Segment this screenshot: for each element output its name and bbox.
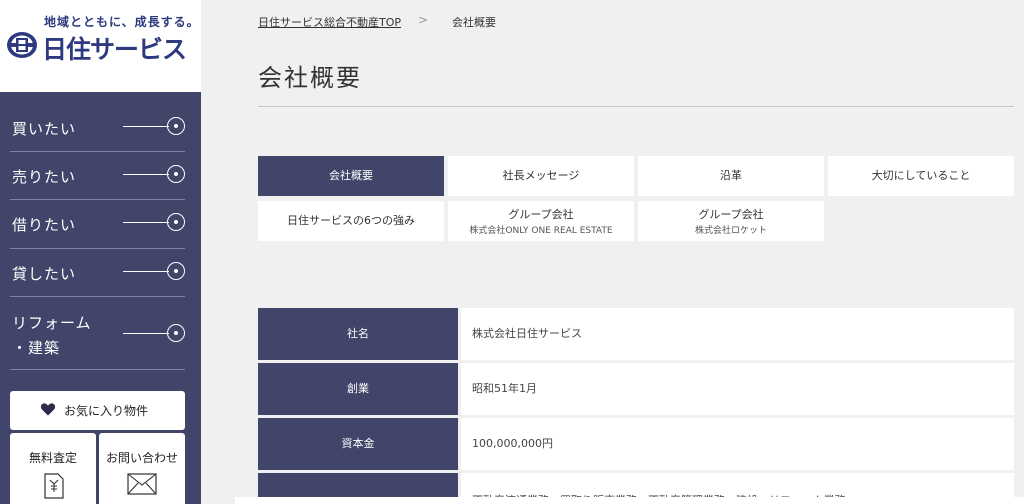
arrow-circle-icon [167,117,185,135]
tab-label: 会社概要 [329,169,373,182]
contact-label: お問い合わせ [105,451,178,465]
logo-mark-icon [7,32,37,58]
capital-header: 資本金 [258,418,458,470]
logo-text: 日住サービス [42,35,187,64]
breadcrumb-separator: > [418,13,429,27]
viewport-bottom-edge [235,497,1024,504]
tab-group-company-rocket[interactable]: グループ会社 株式会社ロケット [638,201,824,241]
company-name-value: 株式会社日住サービス [461,308,1014,360]
nav-line-decoration [123,126,169,127]
tab-sublabel: 株式会社ONLY ONE REAL ESTATE [469,226,613,236]
nav-item-label: 借りたい [12,216,77,234]
favorites-button[interactable]: お気に入り物件 [10,391,185,430]
tab-label: 社長メッセージ [502,169,580,182]
nav-line-decoration [123,222,169,223]
arrow-circle-icon [167,213,185,231]
page-title: 会社概要 [258,64,362,92]
nav-line-decoration [123,271,169,272]
founded-header: 創業 [258,363,458,415]
founded-value: 昭和51年1月 [461,363,1014,415]
tab-label: 沿革 [720,169,742,182]
tab-sublabel: 株式会社ロケット [694,226,767,236]
logo[interactable]: 地域とともに、成長する。 日住サービス [0,0,201,92]
nav-item-lease[interactable]: 貸したい [10,249,185,297]
breadcrumb-home-link[interactable]: 日住サービス総合不動産TOP [258,14,401,30]
nav-item-label-line2: ・建築 [12,339,61,357]
arrow-circle-icon [167,165,185,183]
contact-button[interactable]: お問い合わせ [99,433,185,504]
tab-label: グループ会社 [508,208,574,221]
breadcrumb-current: 会社概要 [452,16,496,29]
nav-item-label-line1: リフォーム [12,314,92,332]
capital-value: 100,000,000円 [461,418,1014,470]
tab-values[interactable]: 大切にしていること [828,156,1014,196]
company-name-header: 社名 [258,308,458,360]
favorites-label: お気に入り物件 [64,404,149,418]
tab-label: 大切にしていること [871,169,971,182]
nav-item-label: 貸したい [12,265,77,283]
nav-item-buy[interactable]: 買いたい [10,104,185,152]
tab-president-message[interactable]: 社長メッセージ [448,156,634,196]
arrow-circle-icon [167,262,185,280]
nav-item-reform[interactable]: リフォーム ・建築 [10,297,185,370]
free-assessment-button[interactable]: 無料査定 [10,433,96,504]
tab-label: グループ会社 [698,208,764,221]
sidebar: 地域とともに、成長する。 日住サービス 買いたい 売りたい 借りたい 貸したい … [0,0,201,504]
nav-item-label: 買いたい [12,120,77,138]
nav-item-sell[interactable]: 売りたい [10,152,185,200]
title-divider [258,106,1014,107]
nav-line-decoration [123,333,169,334]
tab-company-overview[interactable]: 会社概要 [258,156,444,196]
tab-six-strengths[interactable]: 日住サービスの6つの強み [258,201,444,241]
nav-line-decoration [123,174,169,175]
nav-item-rent[interactable]: 借りたい [10,200,185,249]
mail-icon [127,473,157,495]
heart-icon [40,403,56,416]
tab-group-company-only-one[interactable]: グループ会社 株式会社ONLY ONE REAL ESTATE [448,201,634,241]
tab-history[interactable]: 沿革 [638,156,824,196]
logo-tagline: 地域とともに、成長する。 [44,15,200,29]
tab-label: 日住サービスの6つの強み [287,214,415,227]
arrow-circle-icon [167,324,185,342]
nav-item-label: 売りたい [12,168,77,186]
assessment-label: 無料査定 [28,451,77,465]
document-icon [44,473,64,499]
